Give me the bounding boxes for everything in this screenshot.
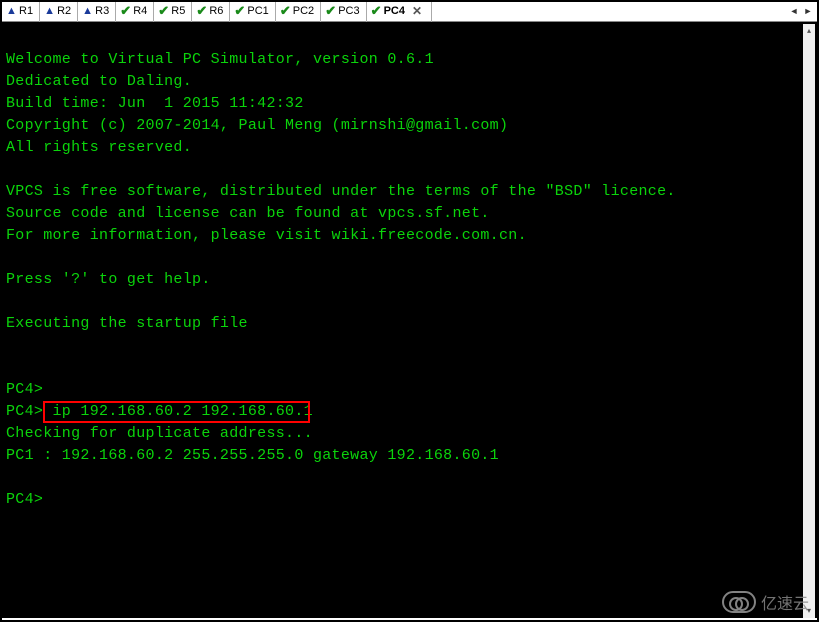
tab-label: R4 xyxy=(133,2,147,20)
terminal-line: PC4> ip 192.168.60.2 192.168.60.1 xyxy=(6,401,813,423)
terminal-line: Source code and license can be found at … xyxy=(6,203,813,225)
terminal-line xyxy=(6,159,813,181)
checkmark-icon: ✔ xyxy=(234,6,245,17)
tab-r5[interactable]: ✔R5 xyxy=(154,2,192,22)
checkmark-icon: ✔ xyxy=(371,6,382,17)
tab-label: PC2 xyxy=(293,2,314,20)
close-icon[interactable]: ✕ xyxy=(407,2,425,20)
terminal-line: PC4> xyxy=(6,379,813,401)
checkmark-icon: ✔ xyxy=(280,6,291,17)
warning-icon: ▲ xyxy=(82,6,93,17)
terminal-line: Build time: Jun 1 2015 11:42:32 xyxy=(6,93,813,115)
tab-label: R2 xyxy=(57,2,71,20)
terminal-line: All rights reserved. xyxy=(6,137,813,159)
warning-icon: ▲ xyxy=(44,6,55,17)
tab-label: R6 xyxy=(209,2,223,20)
warning-icon: ▲ xyxy=(6,6,17,17)
tab-pc1[interactable]: ✔PC1 xyxy=(230,2,275,22)
terminal-line xyxy=(6,335,813,357)
watermark: 亿速云 xyxy=(722,590,809,614)
terminal-line: Dedicated to Daling. xyxy=(6,71,813,93)
tab-r1[interactable]: ▲R1 xyxy=(2,2,40,22)
tab-pc3[interactable]: ✔PC3 xyxy=(321,2,366,22)
tab-pc4[interactable]: ✔PC4✕ xyxy=(367,2,432,22)
watermark-text: 亿速云 xyxy=(761,590,809,614)
tab-r2[interactable]: ▲R2 xyxy=(40,2,78,22)
tab-label: R5 xyxy=(171,2,185,20)
tab-r3[interactable]: ▲R3 xyxy=(78,2,116,22)
tabs-container: ▲R1▲R2▲R3✔R4✔R5✔R6✔PC1✔PC2✔PC3✔PC4✕ xyxy=(2,2,432,22)
terminal-line: Checking for duplicate address... xyxy=(6,423,813,445)
tab-label: R3 xyxy=(95,2,109,20)
tab-nav-left[interactable]: ◄ xyxy=(787,3,801,19)
terminal-line: Copyright (c) 2007-2014, Paul Meng (mirn… xyxy=(6,115,813,137)
tab-nav-right[interactable]: ► xyxy=(801,3,815,19)
tab-bar: ▲R1▲R2▲R3✔R4✔R5✔R6✔PC1✔PC2✔PC3✔PC4✕ ◄ ► xyxy=(2,2,817,22)
checkmark-icon: ✔ xyxy=(120,6,131,17)
tab-pc2[interactable]: ✔PC2 xyxy=(276,2,321,22)
terminal-line: For more information, please visit wiki.… xyxy=(6,225,813,247)
terminal-output[interactable]: Welcome to Virtual PC Simulator, version… xyxy=(2,22,817,618)
tab-label: PC4 xyxy=(384,2,405,20)
terminal-line: Press '?' to get help. xyxy=(6,269,813,291)
terminal-line: Executing the startup file xyxy=(6,313,813,335)
checkmark-icon: ✔ xyxy=(196,6,207,17)
terminal-line: Welcome to Virtual PC Simulator, version… xyxy=(6,49,813,71)
terminal-line xyxy=(6,247,813,269)
tab-label: R1 xyxy=(19,2,33,20)
watermark-logo-icon xyxy=(722,591,756,613)
terminal-line: PC1 : 192.168.60.2 255.255.255.0 gateway… xyxy=(6,445,813,467)
checkmark-icon: ✔ xyxy=(325,6,336,17)
tab-r6[interactable]: ✔R6 xyxy=(192,2,230,22)
tab-label: PC1 xyxy=(247,2,268,20)
terminal-line xyxy=(6,27,813,49)
terminal-line xyxy=(6,357,813,379)
terminal-line: VPCS is free software, distributed under… xyxy=(6,181,813,203)
tab-r4[interactable]: ✔R4 xyxy=(116,2,154,22)
tab-nav-arrows: ◄ ► xyxy=(787,3,815,19)
terminal-line xyxy=(6,467,813,489)
tab-label: PC3 xyxy=(338,2,359,20)
checkmark-icon: ✔ xyxy=(158,6,169,17)
terminal-line xyxy=(6,291,813,313)
scrollbar[interactable] xyxy=(803,24,815,618)
terminal-line: PC4> xyxy=(6,489,813,511)
